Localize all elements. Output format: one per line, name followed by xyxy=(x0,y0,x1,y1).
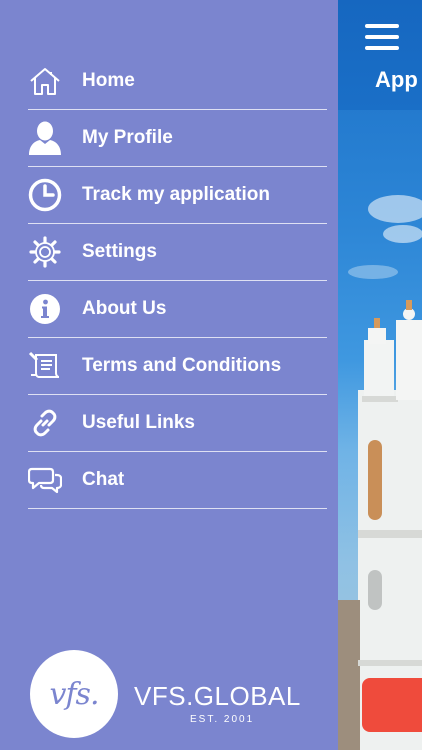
menu-item-label: About Us xyxy=(82,298,167,319)
menu-item-settings[interactable]: Settings xyxy=(28,224,327,281)
menu-item-terms-conditions[interactable]: Terms and Conditions xyxy=(28,338,327,395)
document-icon xyxy=(28,349,62,383)
profile-icon xyxy=(28,121,62,155)
logo-emblem: vfs. xyxy=(30,650,118,738)
app-title: App xyxy=(375,67,418,92)
vfs-global-logo: vfs. VFS.GLOBAL EST. 2001 xyxy=(30,650,320,740)
menu-item-about-us[interactable]: About Us xyxy=(28,281,327,338)
menu-item-useful-links[interactable]: Useful Links xyxy=(28,395,327,452)
menu-item-label: Track my application xyxy=(82,184,270,205)
navigation-drawer: Home My Profile Track my application Set… xyxy=(0,0,338,750)
menu-item-label: Home xyxy=(82,70,135,91)
info-icon xyxy=(28,292,62,326)
app-header: App xyxy=(338,0,422,110)
primary-action-button[interactable] xyxy=(362,678,422,732)
menu-item-label: Useful Links xyxy=(82,412,195,433)
logo-mark: vfs. xyxy=(49,676,100,712)
menu-item-label: My Profile xyxy=(82,127,173,148)
hamburger-menu-icon[interactable] xyxy=(365,24,399,50)
background-app-screen: App xyxy=(338,0,422,750)
menu-item-track-application[interactable]: Track my application xyxy=(28,167,327,224)
chat-icon xyxy=(28,463,62,497)
gear-icon xyxy=(28,235,62,269)
logo-established: EST. 2001 xyxy=(190,714,255,725)
clock-icon xyxy=(28,178,62,212)
home-icon xyxy=(28,64,62,98)
menu-item-label: Terms and Conditions xyxy=(82,355,282,376)
menu-item-label: Settings xyxy=(82,241,157,262)
menu-item-home[interactable]: Home xyxy=(28,53,327,110)
menu-item-my-profile[interactable]: My Profile xyxy=(28,110,327,167)
drawer-menu: Home My Profile Track my application Set… xyxy=(28,53,327,509)
menu-item-label: Chat xyxy=(82,469,125,490)
link-icon xyxy=(28,406,62,440)
menu-item-chat[interactable]: Chat xyxy=(28,452,327,509)
logo-name: VFS.GLOBAL xyxy=(134,681,301,711)
